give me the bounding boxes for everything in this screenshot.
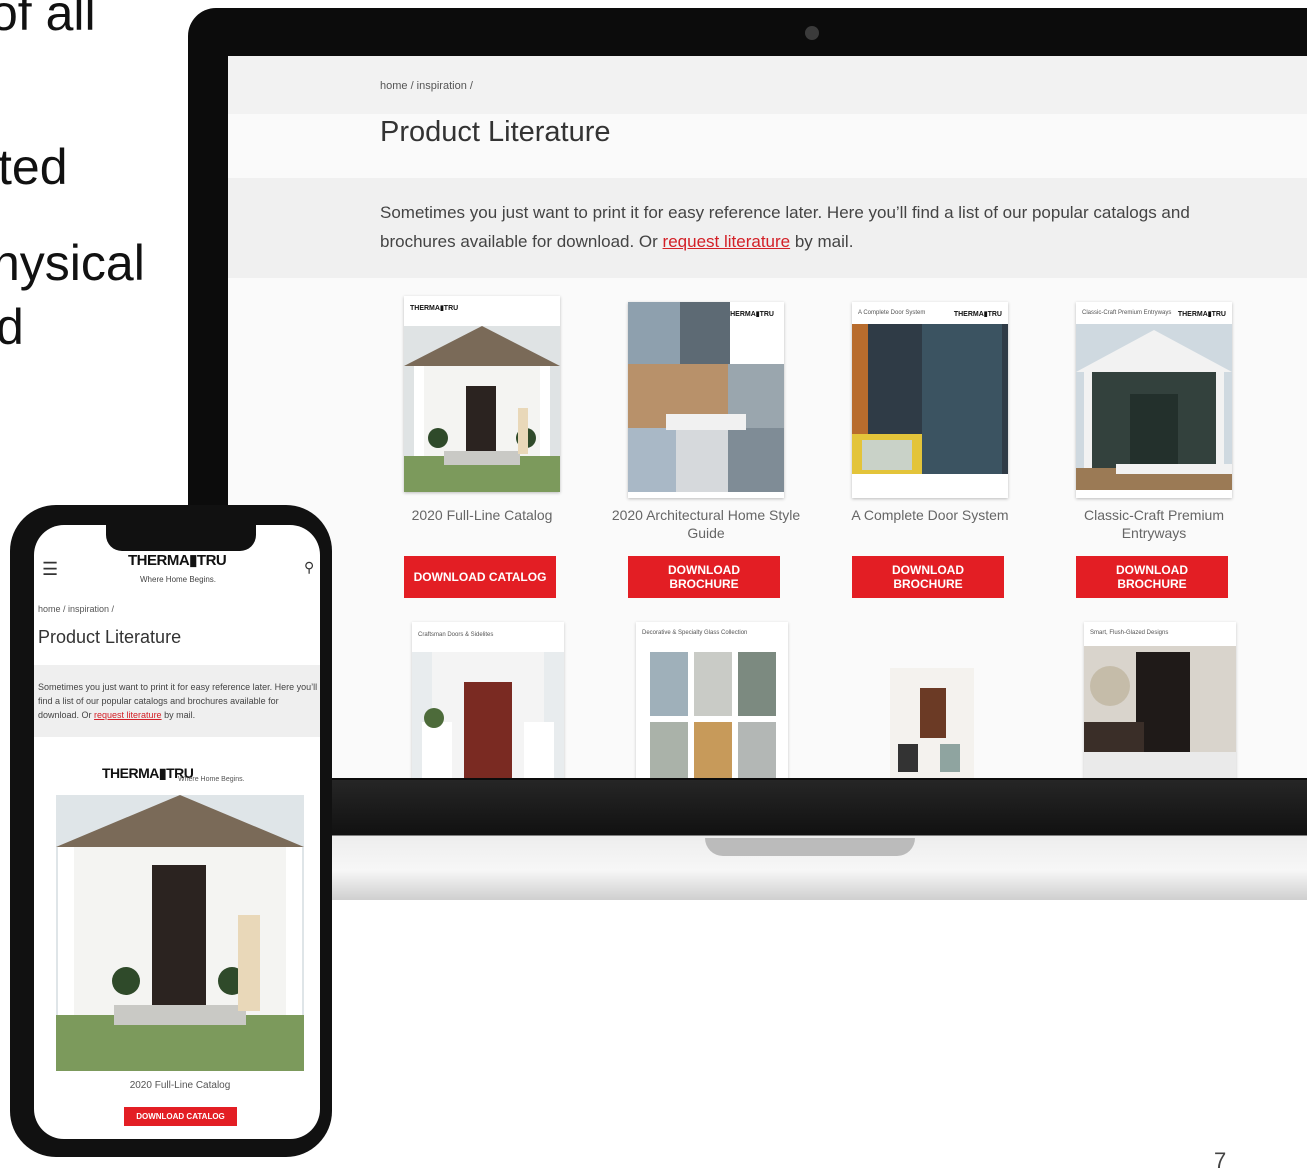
intro-text: Sometimes you just want to print it for … xyxy=(380,198,1200,256)
phone-notch xyxy=(106,525,256,551)
brand-logo: THERMA▮TRU xyxy=(410,305,459,312)
card-title: A Complete Door System xyxy=(851,507,1009,523)
brochure-cover[interactable]: THERMA▮TRU xyxy=(628,302,784,498)
hamburger-icon[interactable]: ☰ xyxy=(42,559,58,580)
brochure-cover[interactable]: Classic-Craft Premium Entryways THERMA▮TR… xyxy=(1076,302,1232,498)
card-title: Classic-Craft Premium Entryways xyxy=(1083,507,1224,541)
cover-glass-samples xyxy=(650,652,776,778)
download-catalog-button[interactable]: DOWNLOAD CATALOG xyxy=(124,1107,237,1126)
request-literature-link[interactable]: request literature xyxy=(94,710,162,720)
download-brochure-button[interactable]: DOWNLOAD BROCHURE xyxy=(628,556,780,598)
card-title: 2020 Full-Line Catalog xyxy=(411,507,553,523)
cover-photo xyxy=(852,324,1008,490)
brochure-cover-small[interactable] xyxy=(860,622,1012,778)
cover-header-text: A Complete Door System xyxy=(858,310,926,316)
card-title: 2020 Full-Line Catalog xyxy=(129,1080,231,1091)
phone-mockup: ☰ THERMA▮TRU Where Home Begins. ⚲ home /… xyxy=(10,505,332,1157)
brand-logo[interactable]: THERMA▮TRU xyxy=(128,551,227,569)
page-number: 7 xyxy=(1214,1148,1227,1173)
download-brochure-button[interactable]: DOWNLOAD BROCHURE xyxy=(1076,556,1228,598)
page-title: Product Literature xyxy=(380,116,611,148)
cover-collage xyxy=(628,302,784,492)
cover-photo xyxy=(404,326,560,492)
page-title: Product Literature xyxy=(38,627,182,647)
cover-header-text: Craftsman Doors & Sidelites xyxy=(418,632,494,638)
cover-photo xyxy=(890,668,974,778)
cover-tagline: Where Home Begins. xyxy=(178,776,245,783)
cover-header-text: Classic-Craft Premium Entryways xyxy=(1082,310,1172,316)
intro-text-end: by mail. xyxy=(161,710,196,720)
cover-header-text: Decorative & Specialty Glass Collection xyxy=(642,630,748,636)
cover-header: Decorative & Specialty Glass Collection xyxy=(642,630,782,650)
phone-screen: ☰ THERMA▮TRU Where Home Begins. ⚲ home /… xyxy=(34,525,320,1139)
cover-photo xyxy=(1076,324,1232,490)
flush-glazed-cover[interactable]: Smart, Flush-Glazed Designs xyxy=(1084,622,1236,778)
craftsman-doors-cover[interactable]: Craftsman Doors & Sidelites xyxy=(412,622,564,778)
request-literature-link[interactable]: request literature xyxy=(663,232,791,251)
brand-logo: THERMA▮TRU xyxy=(953,311,1002,318)
cover-photo xyxy=(412,652,564,778)
laptop-screen: home / inspiration / Product Literature … xyxy=(228,56,1307,778)
brand-tagline: Where Home Begins. xyxy=(140,575,217,584)
card-title: 2020 Architectural Home Style Guide xyxy=(611,507,801,541)
brand-logo: THERMA▮TRU xyxy=(1177,311,1226,318)
cover-photo xyxy=(1084,646,1236,778)
decorative-glass-cover[interactable]: Decorative & Specialty Glass Collection xyxy=(636,622,788,778)
cover-header: THERMA▮TRU xyxy=(410,304,554,324)
catalog-cover[interactable]: THERMA▮TRU xyxy=(404,296,560,492)
search-icon[interactable]: ⚲ xyxy=(304,559,314,576)
cover-header-text: Smart, Flush-Glazed Designs xyxy=(1090,630,1169,636)
intro-text-end: by mail. xyxy=(790,232,854,251)
brochure-cover[interactable]: A Complete Door System THERMA▮TRU xyxy=(852,302,1008,498)
download-brochure-button[interactable]: DOWNLOAD BROCHURE xyxy=(852,556,1004,598)
breadcrumb[interactable]: home / inspiration / xyxy=(380,80,473,92)
intro-text: Sometimes you just want to print it for … xyxy=(38,680,318,722)
catalog-cover-photo[interactable] xyxy=(56,795,304,1071)
camera-icon xyxy=(805,26,819,40)
download-catalog-button[interactable]: DOWNLOAD CATALOG xyxy=(404,556,556,598)
breadcrumb[interactable]: home / inspiration / xyxy=(38,604,114,614)
laptop-notch xyxy=(705,838,915,856)
cover-header: Craftsman Doors & Sidelites xyxy=(418,632,558,652)
